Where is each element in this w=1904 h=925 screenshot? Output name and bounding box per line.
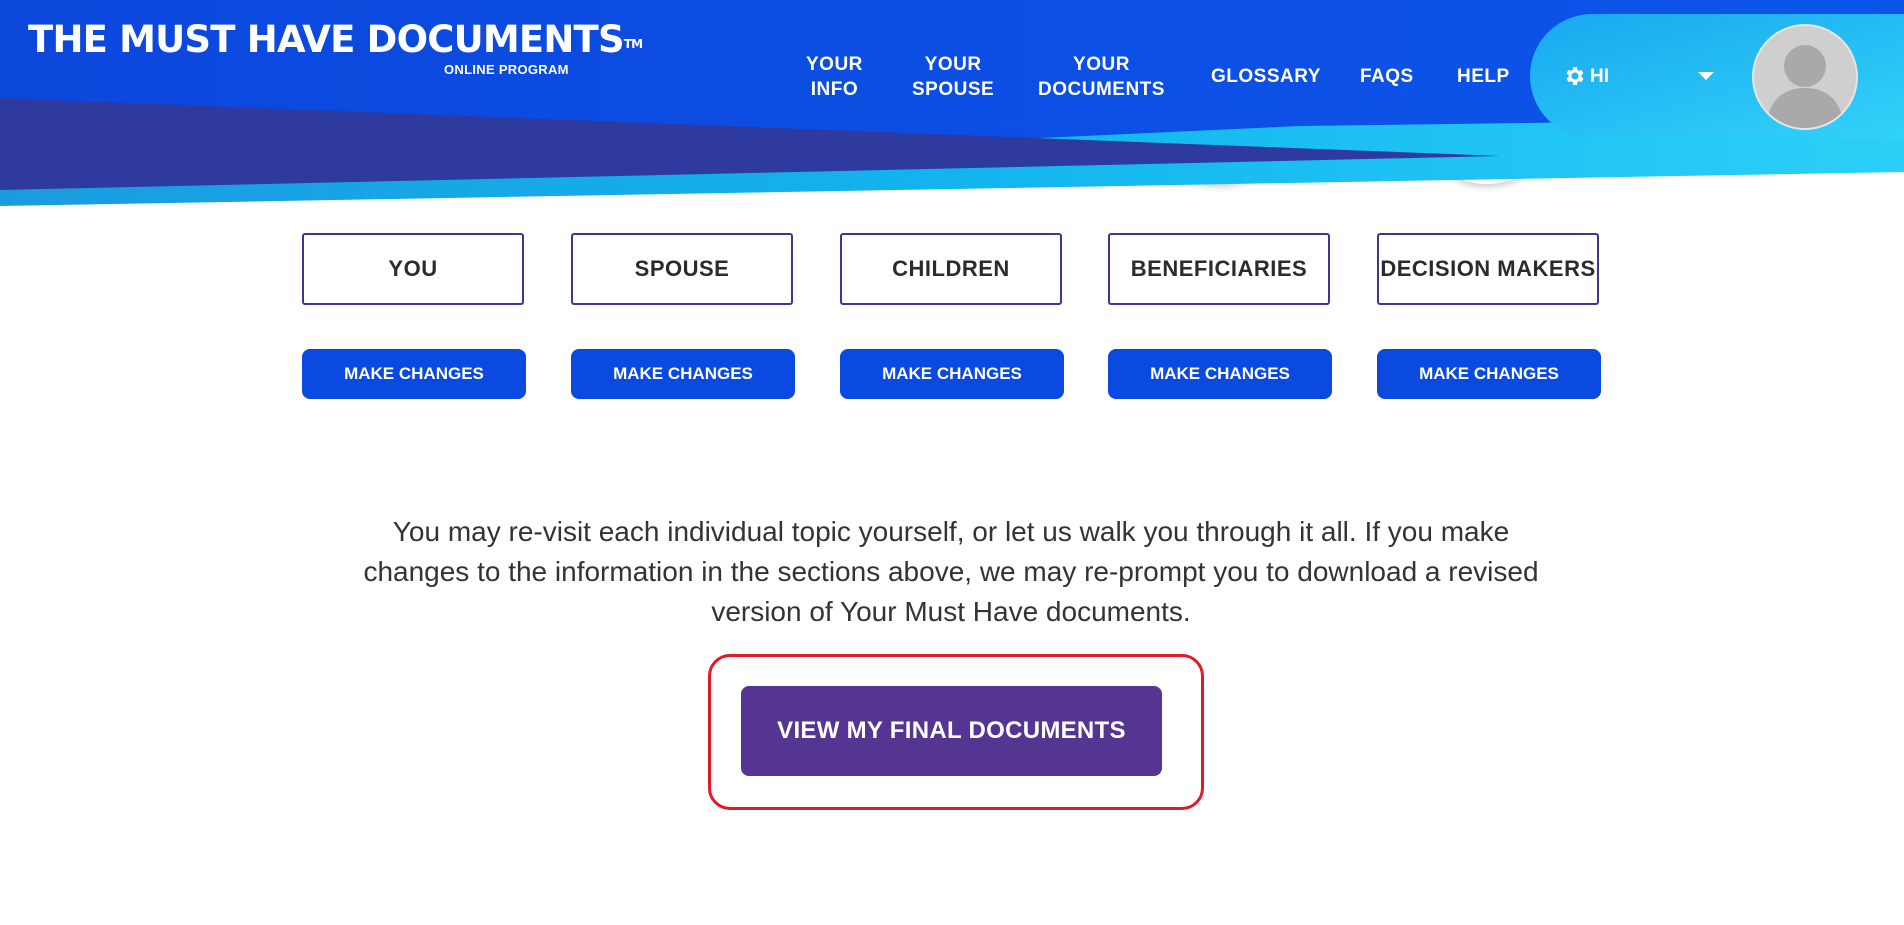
nav-help[interactable]: HELP (1457, 64, 1510, 89)
nav-help-label: HELP (1457, 66, 1510, 87)
section-label-beneficiaries: BENEFICIARIES (1108, 233, 1330, 305)
site-header: THE MUST HAVE DOCUMENTSTM ONLINE PROGRAM… (0, 0, 1904, 210)
nav-faqs[interactable]: FAQS (1360, 64, 1414, 89)
section-label-you: YOU (302, 233, 524, 305)
nav-your-documents[interactable]: YOUR DOCUMENTS (1038, 52, 1165, 102)
user-silhouette-icon (1766, 45, 1844, 128)
nav-your-documents-line2: DOCUMENTS (1038, 79, 1165, 100)
nav-your-spouse-line2: SPOUSE (912, 79, 995, 100)
nav-your-spouse-line1: YOUR (924, 54, 982, 75)
user-greeting[interactable]: HI (1590, 64, 1609, 89)
make-changes-decision-makers-button[interactable]: MAKE CHANGES (1377, 349, 1601, 399)
avatar[interactable] (1752, 24, 1858, 130)
nav-your-info[interactable]: YOUR INFO (806, 52, 863, 102)
logo-title: THE MUST HAVE DOCUMENTS (28, 18, 625, 61)
nav-your-info-line2: INFO (810, 79, 859, 100)
make-changes-beneficiaries-button[interactable]: MAKE CHANGES (1108, 349, 1332, 399)
make-changes-spouse-button[interactable]: MAKE CHANGES (571, 349, 795, 399)
nav-your-documents-line1: YOUR (1073, 54, 1130, 75)
chevron-down-icon[interactable] (1698, 72, 1714, 80)
section-label-decision-makers: DECISION MAKERS (1377, 233, 1599, 305)
make-changes-you-button[interactable]: MAKE CHANGES (302, 349, 526, 399)
nav-faqs-label: FAQS (1360, 66, 1414, 87)
nav-glossary-label: GLOSSARY (1211, 66, 1321, 87)
view-final-documents-button[interactable]: VIEW MY FINAL DOCUMENTS (741, 686, 1162, 776)
section-label-children: CHILDREN (840, 233, 1062, 305)
section-label-spouse: SPOUSE (571, 233, 793, 305)
nav-glossary[interactable]: GLOSSARY (1211, 64, 1321, 89)
logo-subtitle: ONLINE PROGRAM (444, 62, 569, 77)
make-changes-children-button[interactable]: MAKE CHANGES (840, 349, 1064, 399)
site-logo[interactable]: THE MUST HAVE DOCUMENTSTM ONLINE PROGRAM (28, 18, 643, 77)
trademark-mark: TM (623, 37, 643, 51)
nav-your-info-line1: YOUR (806, 54, 863, 75)
nav-your-spouse[interactable]: YOUR SPOUSE (912, 52, 994, 102)
gear-icon[interactable] (1562, 64, 1586, 88)
revisit-info-text: You may re-visit each individual topic y… (363, 516, 1539, 627)
